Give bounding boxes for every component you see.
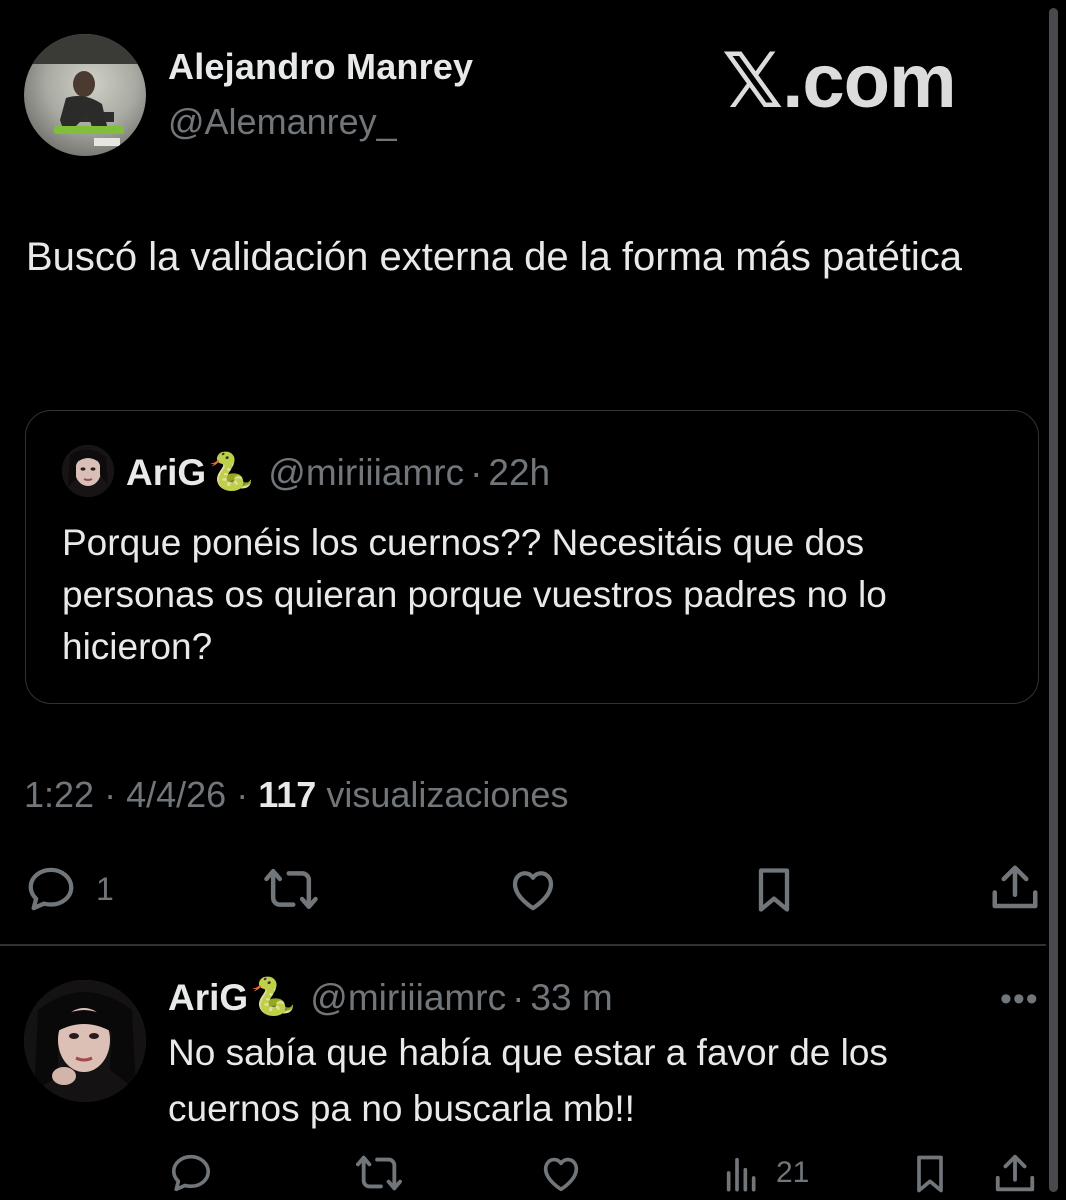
bookmark-icon [917,1155,943,1193]
heart-icon [512,871,554,911]
quote-separator: · [470,451,483,493]
reply-author-avatar[interactable] [24,980,146,1102]
reply-views-button[interactable]: 21 [722,1152,809,1194]
retweet-icon [355,1155,402,1191]
retweet-button[interactable] [262,862,320,916]
reply-timestamp[interactable]: 33 m [530,977,612,1019]
bookmark-icon [758,868,790,912]
tweet-time[interactable]: 1:22 [24,774,94,815]
reply-header: AriG 🐍 @miriiiamrc · 33 m [168,976,613,1019]
author-name[interactable]: Alejandro Manrey [168,46,473,88]
share-button[interactable] [988,860,1042,916]
quote-author-avatar[interactable] [62,445,114,497]
tweet-page: Alejandro Manrey @Alemanrey_ 𝕏.com Buscó… [0,0,1066,1200]
tweet-text: Buscó la validación externa de la forma … [26,235,963,279]
reply-reply-button[interactable] [168,1150,214,1196]
reply-views-count: 21 [776,1156,810,1189]
retweet-icon [264,868,318,910]
reply-author-handle[interactable]: @miriiiamrc [310,977,506,1019]
reply-like-button[interactable] [538,1150,584,1196]
reply-icon [28,867,74,911]
reply-count: 1 [96,870,114,907]
reply-button[interactable]: 1 [24,862,114,916]
like-button[interactable] [506,862,560,916]
reply-share-button[interactable] [992,1150,1038,1198]
tweet-meta: 1:22 · 4/4/26 · 117 visualizaciones [24,774,568,816]
share-icon [995,1154,1035,1192]
heart-icon [543,1157,579,1192]
x-com-watermark: 𝕏.com [722,39,957,124]
quote-author-handle[interactable]: @miriiiamrc [268,452,464,494]
reply-author-name[interactable]: AriG [168,977,248,1019]
quote-author-name[interactable]: AriG [126,452,206,494]
bookmark-button[interactable] [748,862,800,918]
snake-emoji: 🐍 [208,451,255,492]
views-label: visualizaciones [326,774,569,815]
reply-retweet-button[interactable] [354,1150,404,1196]
divider [0,944,1046,946]
views-count: 117 [258,774,317,815]
views-icon [726,1157,756,1192]
meta-separator: · [104,774,117,815]
more-options-button[interactable]: ••• [1000,980,1039,1019]
scrollbar[interactable] [1049,8,1058,1192]
reply-bookmark-button[interactable] [908,1150,952,1198]
quote-text: Porque ponéis los cuernos?? Necesitáis q… [62,522,887,667]
quoted-tweet[interactable]: AriG 🐍 @miriiiamrc · 22h Porque ponéis l… [25,410,1039,704]
reply-icon [171,1154,211,1192]
meta-separator: · [236,774,249,815]
quote-header: AriG 🐍 @miriiiamrc · 22h [126,451,550,494]
snake-emoji: 🐍 [250,976,297,1017]
author-avatar[interactable] [24,34,146,156]
reply-text: No sabía que había que estar a favor de … [168,1032,888,1129]
share-icon [992,865,1038,909]
quote-timestamp[interactable]: 22h [488,452,550,494]
reply-separator: · [512,976,525,1018]
tweet-date[interactable]: 4/4/26 [126,774,226,815]
author-handle[interactable]: @Alemanrey_ [168,101,397,143]
